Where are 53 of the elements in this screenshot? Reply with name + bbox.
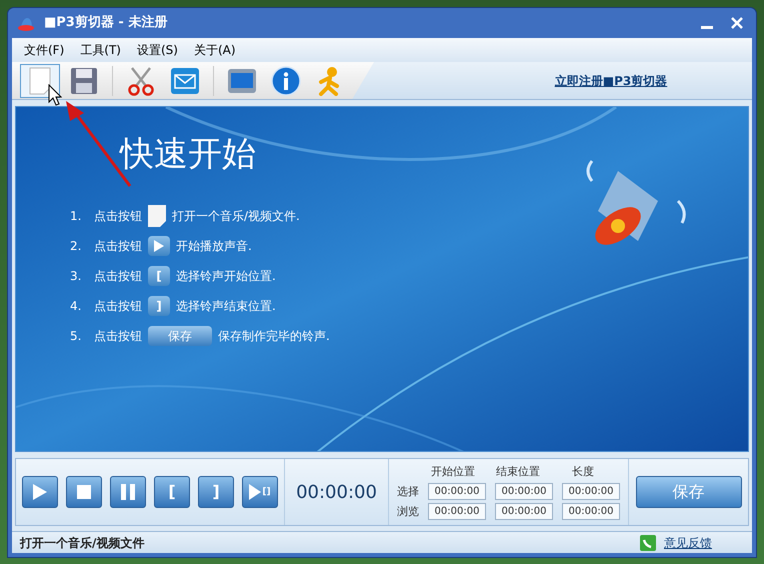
menu-item[interactable]: 文件(F)	[24, 41, 64, 59]
player-button[interactable]	[66, 476, 102, 508]
step-number: 1.	[70, 208, 82, 225]
menu-item[interactable]: 设置(S)	[136, 41, 178, 59]
row-label: 选择	[397, 484, 419, 500]
step-prefix: 点击按钮	[94, 208, 142, 225]
column-header: 结束位置	[495, 464, 541, 480]
row-label: 浏览	[397, 504, 419, 520]
quick-start-title: 快速开始	[120, 137, 257, 171]
feedback-link[interactable]: 意见反馈	[664, 534, 712, 552]
time-field[interactable]: 00:00:00	[495, 503, 553, 520]
step-text: 保存制作完毕的铃声.	[218, 328, 330, 345]
step-text: 开始播放声音.	[176, 238, 252, 255]
step-prefix: 点击按钮	[94, 298, 142, 315]
column-header: 长度	[571, 464, 595, 480]
time-field[interactable]: 00:00:00	[428, 503, 486, 520]
step-number: 5.	[70, 328, 82, 345]
column-header: 开始位置	[430, 464, 476, 480]
phone-icon	[640, 534, 656, 550]
player-button[interactable]	[110, 476, 146, 508]
step-prefix: 点击按钮	[94, 238, 142, 255]
status-text: 打开一个音乐/视频文件	[20, 534, 144, 552]
step-prefix: 点击按钮	[94, 328, 142, 345]
step-number: 2.	[70, 238, 82, 255]
step-text: 选择铃声结束位置.	[176, 298, 276, 315]
time-field[interactable]: 00:00:00	[562, 503, 620, 520]
step-number: 4.	[70, 298, 82, 315]
stop-icon	[77, 485, 91, 499]
step-prefix: 点击按钮	[94, 268, 142, 285]
play-icon	[249, 484, 262, 500]
info-icon	[271, 66, 301, 96]
time-field[interactable]: 00:00:00	[562, 483, 620, 500]
menu-item[interactable]: 工具(T)	[80, 41, 121, 59]
register-link[interactable]: 立即注册■P3剪切器	[554, 72, 668, 90]
blank-page-icon	[148, 205, 166, 227]
envelope-icon	[171, 68, 199, 94]
menu-item[interactable]: 关于(A)	[194, 41, 236, 59]
monitor-icon	[227, 68, 257, 94]
time-display: 00:00:00	[296, 480, 377, 504]
step-text: 打开一个音乐/视频文件.	[172, 208, 300, 225]
step-text: 选择铃声开始位置.	[176, 268, 276, 285]
step-number: 3.	[70, 268, 82, 285]
play-icon	[32, 483, 48, 501]
scissors-icon	[126, 66, 156, 96]
player-button[interactable]	[22, 476, 58, 508]
close-icon[interactable]	[730, 16, 744, 30]
time-field[interactable]: 00:00:00	[428, 483, 486, 500]
play-icon	[154, 240, 164, 252]
pause-icon	[121, 484, 135, 500]
time-field[interactable]: 00:00:00	[495, 483, 553, 500]
blank-page-icon	[29, 66, 51, 94]
mouse-cursor-icon	[48, 84, 62, 106]
window-title: ■P3剪切器 - 未注册	[44, 14, 168, 32]
